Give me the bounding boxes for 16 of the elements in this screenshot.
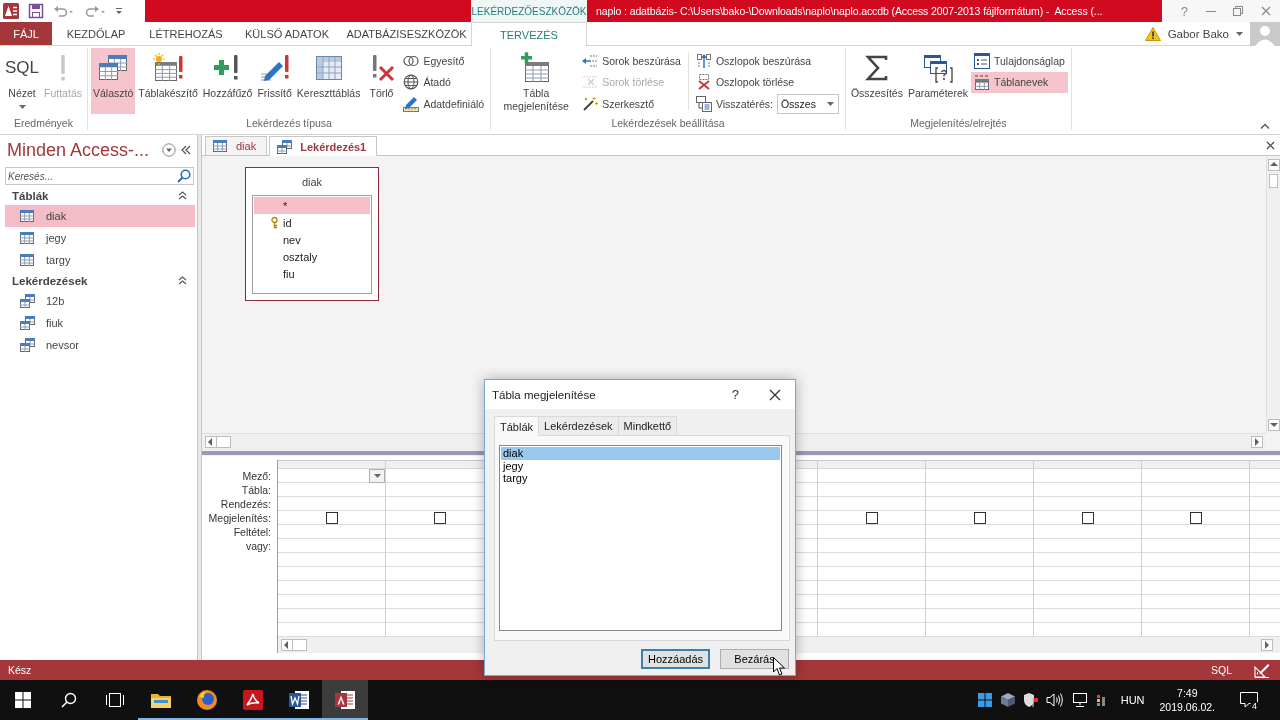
group-label: Lekérdezések beállítása xyxy=(610,116,726,130)
row-label: vagy: xyxy=(245,540,271,552)
group-label: Lekérdezés típusa xyxy=(245,116,333,130)
row-label: Tábla: xyxy=(241,484,271,496)
row-label: Megjelenítés: xyxy=(208,512,271,524)
combo-label: Visszatérés: xyxy=(715,97,773,110)
field-list-title: diak xyxy=(300,175,324,190)
row-label: Rendezés: xyxy=(220,498,271,510)
context-tab-header: LEKÉRDEZŐESZKÖZÖK xyxy=(471,0,587,22)
window-title: naplo : adatbázis- C:\Users\bako-\Downloads\naplo\naplo.accdb (Access 2007-2013 fájlformátum) - Access (... xyxy=(596,4,1103,19)
group-label: Eredmények xyxy=(13,116,74,130)
status-text: Kész xyxy=(8,664,32,676)
row-label: Feltétel: xyxy=(233,526,271,538)
row-label: Mező: xyxy=(242,470,271,482)
dialog-title: Tábla megjelenítése xyxy=(492,388,597,401)
group-label: Megjelenítés/elrejtés xyxy=(909,116,1008,130)
